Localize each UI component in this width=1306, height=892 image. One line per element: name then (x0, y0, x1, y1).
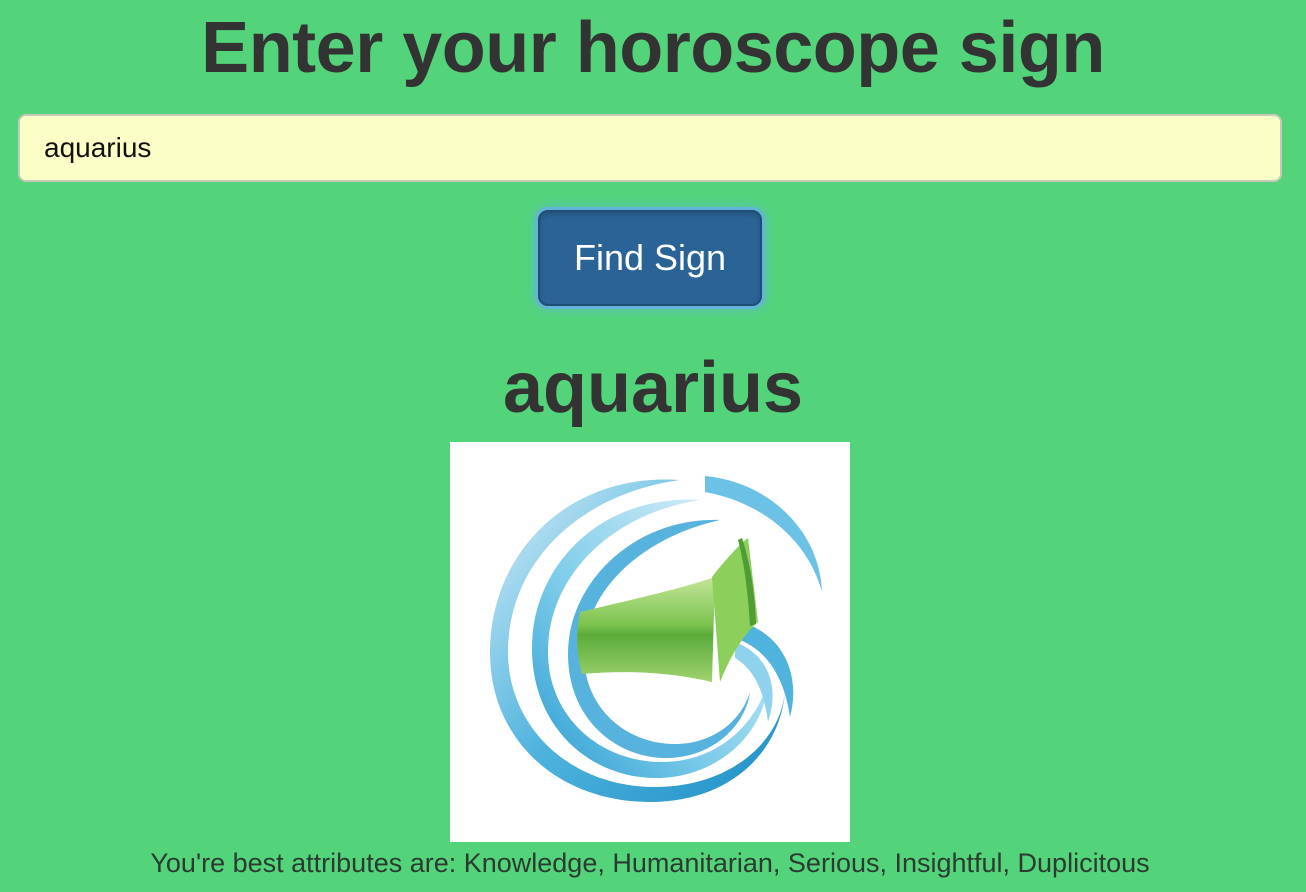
page-title: Enter your horoscope sign (201, 8, 1105, 88)
sign-search-input[interactable] (18, 114, 1282, 182)
find-sign-button[interactable]: Find Sign (538, 210, 762, 306)
page: Enter your horoscope sign Find Sign aqua… (0, 0, 1306, 892)
aquarius-symbol-icon (450, 442, 850, 842)
result-sign-name: aquarius (502, 348, 804, 428)
attributes-text: You're best attributes are: Knowledge, H… (150, 848, 1150, 878)
